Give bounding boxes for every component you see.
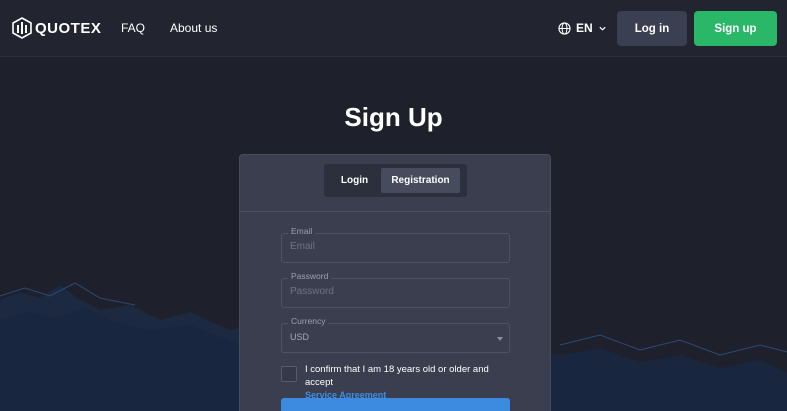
nav-faq-link[interactable]: FAQ bbox=[121, 21, 145, 35]
password-field: Password bbox=[281, 271, 510, 308]
currency-value: USD bbox=[290, 332, 310, 342]
auth-card: Login Registration Email Password Curren… bbox=[239, 154, 551, 411]
auth-tabs: Login Registration bbox=[324, 164, 467, 197]
signup-button[interactable]: Sign up bbox=[694, 11, 777, 46]
email-field: Email bbox=[281, 226, 510, 263]
logo[interactable]: QUOTEX bbox=[12, 17, 101, 39]
tab-login[interactable]: Login bbox=[328, 168, 381, 193]
nav-about-link[interactable]: About us bbox=[170, 21, 217, 35]
page-title: Sign Up bbox=[344, 102, 443, 132]
password-input[interactable] bbox=[290, 286, 500, 297]
login-button[interactable]: Log in bbox=[617, 11, 687, 46]
logo-text: QUOTEX bbox=[35, 19, 102, 37]
email-label: Email bbox=[288, 226, 316, 236]
language-label: EN bbox=[576, 21, 593, 35]
agreement-label: I confirm that I am 18 years old or olde… bbox=[305, 364, 489, 388]
top-navbar: QUOTEX FAQ About us EN Log in Sign up bbox=[0, 0, 787, 57]
language-selector[interactable]: EN bbox=[558, 21, 607, 35]
divider bbox=[240, 211, 550, 212]
tab-registration[interactable]: Registration bbox=[381, 168, 460, 193]
agreement-text: I confirm that I am 18 years old or olde… bbox=[305, 363, 515, 402]
currency-select[interactable]: Currency USD bbox=[281, 316, 510, 353]
agreement-checkbox[interactable] bbox=[281, 366, 297, 382]
password-label: Password bbox=[288, 271, 332, 281]
globe-icon bbox=[558, 21, 571, 35]
currency-label: Currency bbox=[288, 316, 329, 326]
submit-button[interactable] bbox=[281, 398, 510, 411]
caret-down-icon bbox=[497, 337, 503, 341]
chevron-down-icon bbox=[599, 26, 606, 31]
email-input[interactable] bbox=[290, 241, 500, 252]
quotex-logo-icon bbox=[12, 17, 32, 39]
